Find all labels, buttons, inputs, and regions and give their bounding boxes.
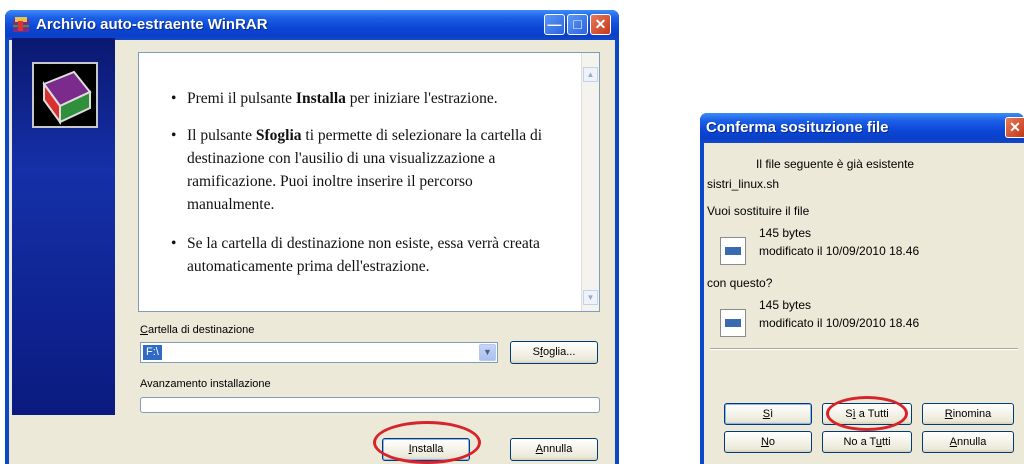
install-highlight-circle — [373, 421, 481, 464]
existing-filename: sistri_linux.sh — [707, 177, 780, 191]
instruction-create-folder: Se la cartella di destinazione non esist… — [171, 232, 555, 278]
close-button[interactable]: ✕ — [590, 14, 611, 35]
separator — [710, 348, 1018, 350]
no-to-all-button[interactable]: No a Tutti — [822, 431, 912, 453]
file-icon — [720, 309, 746, 337]
destination-folder-label: Cartella di destinazione — [140, 324, 255, 336]
maximize-icon: □ — [573, 16, 582, 32]
new-file-modified: modificato il 10/09/2010 18.46 — [759, 316, 920, 330]
with-this-label: con questo? — [707, 276, 773, 290]
scroll-down-arrow-icon[interactable]: ▼ — [583, 290, 598, 305]
close-icon: ✕ — [1009, 119, 1021, 135]
instruction-install: Premi il pulsante Installa per iniziare … — [171, 87, 555, 110]
minimize-button[interactable]: — — [544, 14, 565, 35]
yes-to-all-highlight-circle — [826, 396, 908, 431]
destination-folder-value[interactable]: F:\ — [143, 345, 162, 360]
confirm-close-button[interactable]: ✕ — [1005, 117, 1024, 138]
winrar-logo-icon — [32, 62, 98, 128]
scroll-up-arrow-icon[interactable]: ▲ — [583, 67, 598, 82]
cancel-button[interactable]: Annulla — [510, 438, 598, 461]
browse-button[interactable]: Sfoglia... — [510, 341, 598, 364]
file-exists-message: Il file seguente è già esistente — [756, 157, 915, 171]
dropdown-arrow-icon[interactable]: ▼ — [479, 344, 496, 361]
install-progress-bar — [140, 397, 600, 413]
minimize-icon: — — [547, 16, 562, 32]
confirm-title-bar[interactable]: Conferma sosituzione file ✕ — [700, 113, 1024, 143]
window-title: Archivio auto-estraente WinRAR — [36, 16, 268, 33]
rename-button[interactable]: Rinomina — [922, 403, 1014, 425]
replace-question: Vuoi sostituire il file — [707, 204, 810, 218]
title-bar[interactable]: Archivio auto-estraente WinRAR — □ ✕ — [5, 10, 619, 40]
new-file-size: 145 bytes — [759, 298, 812, 312]
close-icon: ✕ — [594, 16, 607, 32]
install-progress-label: Avanzamento installazione — [140, 378, 271, 390]
instruction-browse: Il pulsante Sfoglia ti permette di selez… — [171, 124, 555, 216]
destination-folder-combobox[interactable]: F:\ ▼ — [140, 342, 498, 363]
no-button[interactable]: No — [724, 431, 812, 453]
file-icon — [720, 237, 746, 265]
old-file-modified: modificato il 10/09/2010 18.46 — [759, 244, 920, 258]
vertical-scrollbar[interactable]: ▲ ▼ — [581, 53, 599, 311]
confirm-dialog-title: Conferma sosituzione file — [706, 119, 889, 136]
yes-button[interactable]: Sì — [724, 403, 812, 425]
cancel-dialog-button[interactable]: Annulla — [922, 431, 1014, 453]
winrar-app-icon — [13, 17, 29, 32]
old-file-size: 145 bytes — [759, 226, 812, 240]
instructions-textbox[interactable]: Premi il pulsante Installa per iniziare … — [138, 52, 600, 312]
winrar-side-banner — [12, 38, 115, 415]
maximize-button[interactable]: □ — [567, 14, 588, 35]
